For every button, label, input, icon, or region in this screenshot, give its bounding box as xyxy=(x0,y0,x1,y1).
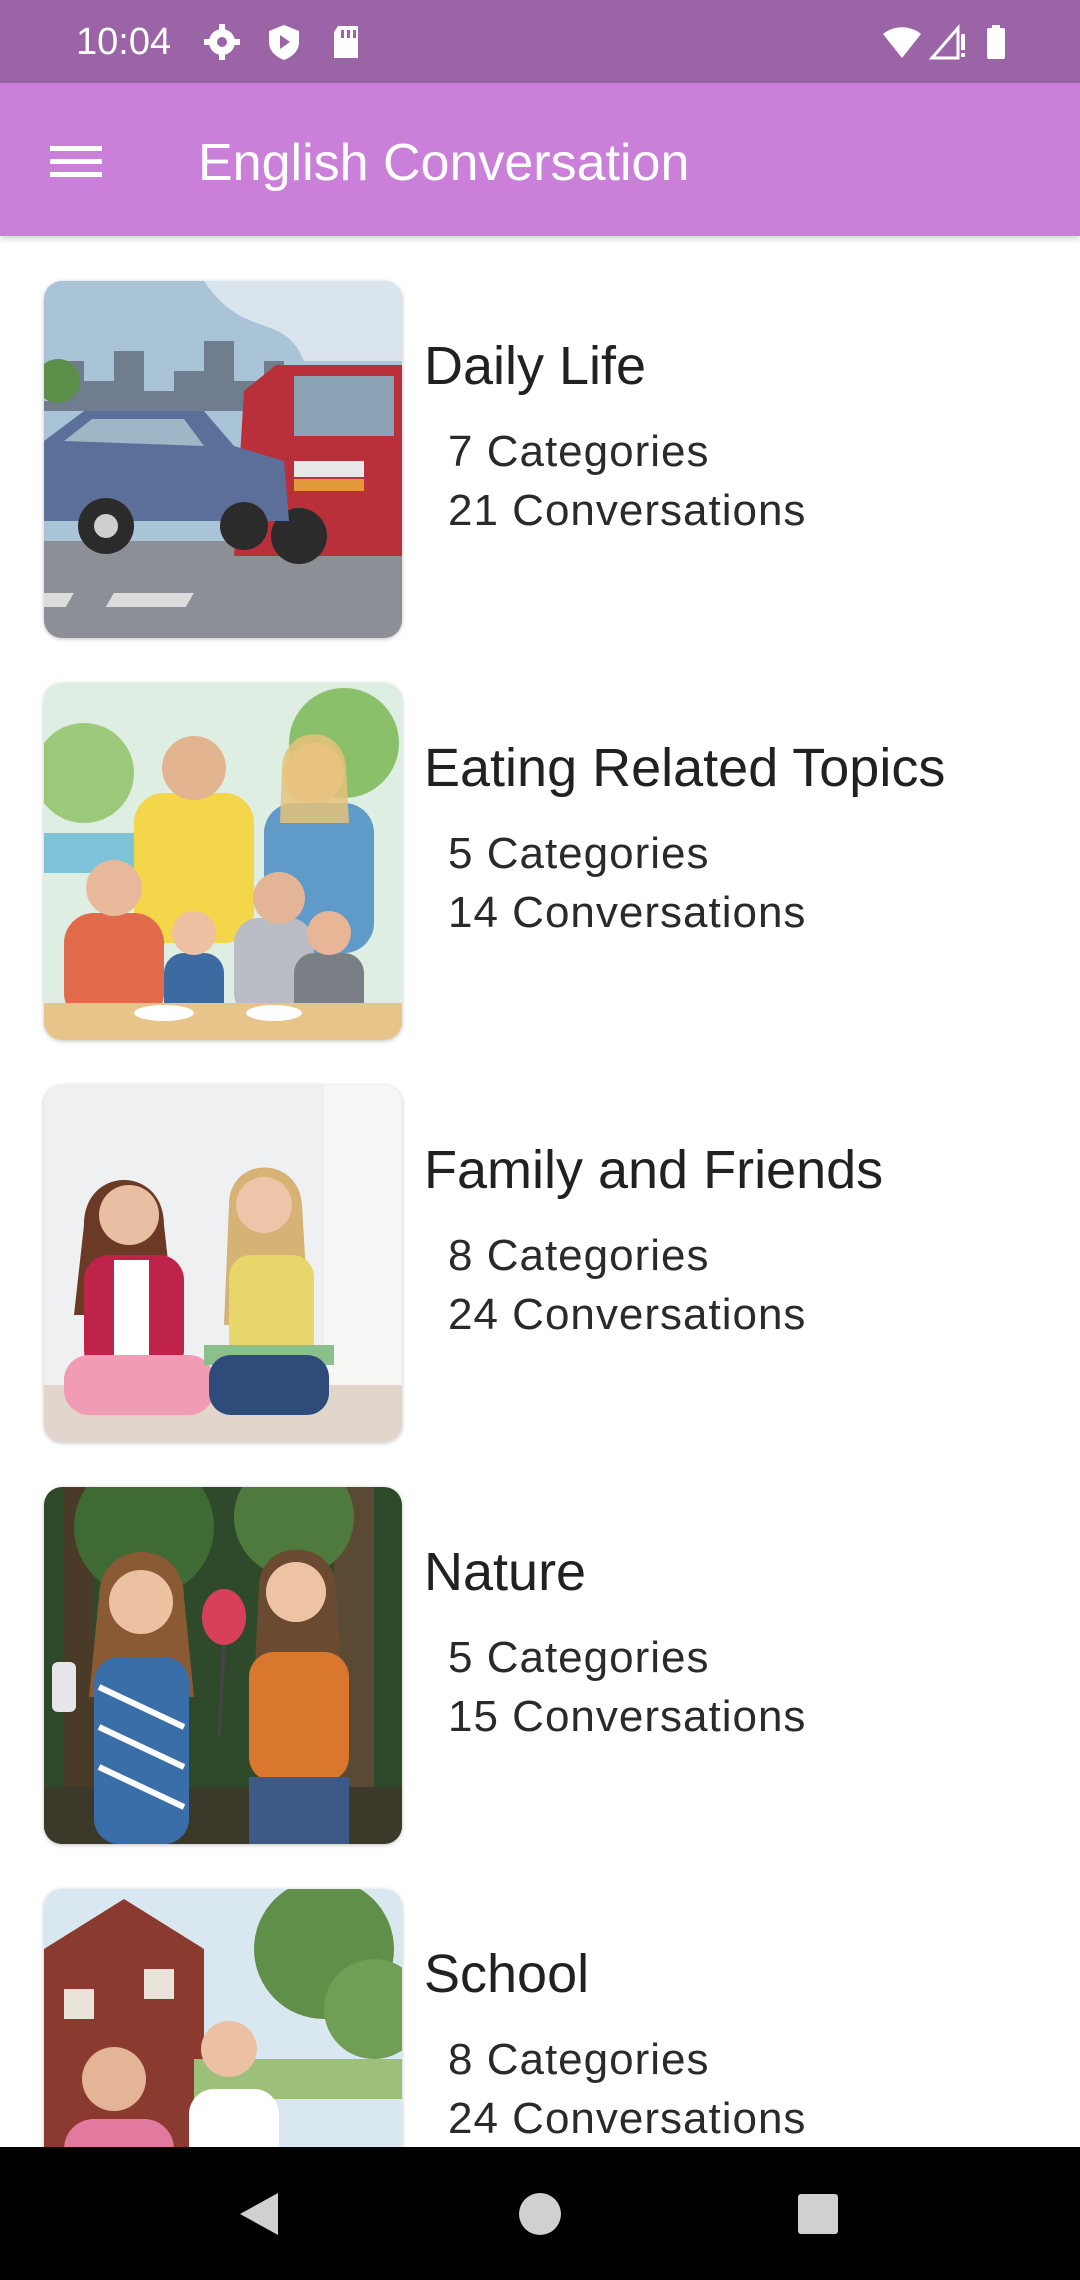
signal-icon xyxy=(928,22,968,62)
topic-category-count: 5 Categories xyxy=(448,1633,710,1682)
topic-list: Daily Life 7 Categories 21 Conversations xyxy=(0,236,1080,2147)
topic-item-nature[interactable]: Nature 5 Categories 15 Conversations xyxy=(0,1442,1080,1844)
recents-square-icon xyxy=(798,2194,838,2234)
topic-item-daily-life[interactable]: Daily Life 7 Categories 21 Conversations xyxy=(0,236,1080,638)
status-time: 10:04 xyxy=(76,21,172,63)
topic-conversation-count: 21 Conversations xyxy=(448,486,807,535)
hamburger-menu-icon xyxy=(50,146,102,177)
menu-button[interactable] xyxy=(30,116,126,206)
topic-image-teacher-student xyxy=(44,1889,402,2147)
topic-title: Family and Friends xyxy=(424,1140,884,1200)
topic-conversation-count: 14 Conversations xyxy=(448,888,807,937)
back-button[interactable] xyxy=(214,2169,304,2259)
battery-icon xyxy=(976,22,1016,62)
topic-item-family-and-friends[interactable]: Family and Friends 8 Categories 24 Conve… xyxy=(0,1040,1080,1442)
back-triangle-icon xyxy=(240,2193,278,2235)
topic-item-school[interactable]: School 8 Categories 24 Conversations xyxy=(0,1844,1080,2147)
topic-image-family-meal xyxy=(44,683,402,1040)
wifi-icon xyxy=(882,22,922,62)
sd-card-icon xyxy=(326,22,366,62)
topic-title: Daily Life xyxy=(424,336,647,396)
topic-title: Eating Related Topics xyxy=(424,738,946,798)
recents-button[interactable] xyxy=(773,2169,863,2259)
topic-item-eating-related-topics[interactable]: Eating Related Topics 5 Categories 14 Co… xyxy=(0,638,1080,1040)
app-bar: English Conversation xyxy=(0,83,1080,236)
topic-image-car-accident xyxy=(44,281,402,638)
topic-conversation-count: 24 Conversations xyxy=(448,2094,807,2143)
topic-title: School xyxy=(424,1944,590,2004)
home-circle-icon xyxy=(519,2193,561,2235)
topic-title: Nature xyxy=(424,1542,587,1602)
status-bar: 10:04 xyxy=(0,0,1080,83)
topic-category-count: 8 Categories xyxy=(448,1231,710,1280)
topic-category-count: 8 Categories xyxy=(448,2035,710,2084)
topic-conversation-count: 15 Conversations xyxy=(448,1692,807,1741)
topic-category-count: 7 Categories xyxy=(448,427,710,476)
shield-icon xyxy=(264,22,304,62)
topic-category-count: 5 Categories xyxy=(448,829,710,878)
topic-image-girls-in-forest xyxy=(44,1487,402,1844)
settings-icon xyxy=(202,22,242,62)
home-button[interactable] xyxy=(495,2169,585,2259)
navigation-bar xyxy=(0,2147,1080,2280)
topic-image-two-girls-talking xyxy=(44,1085,402,1442)
topic-conversation-count: 24 Conversations xyxy=(448,1290,807,1339)
page-title: English Conversation xyxy=(198,134,690,192)
